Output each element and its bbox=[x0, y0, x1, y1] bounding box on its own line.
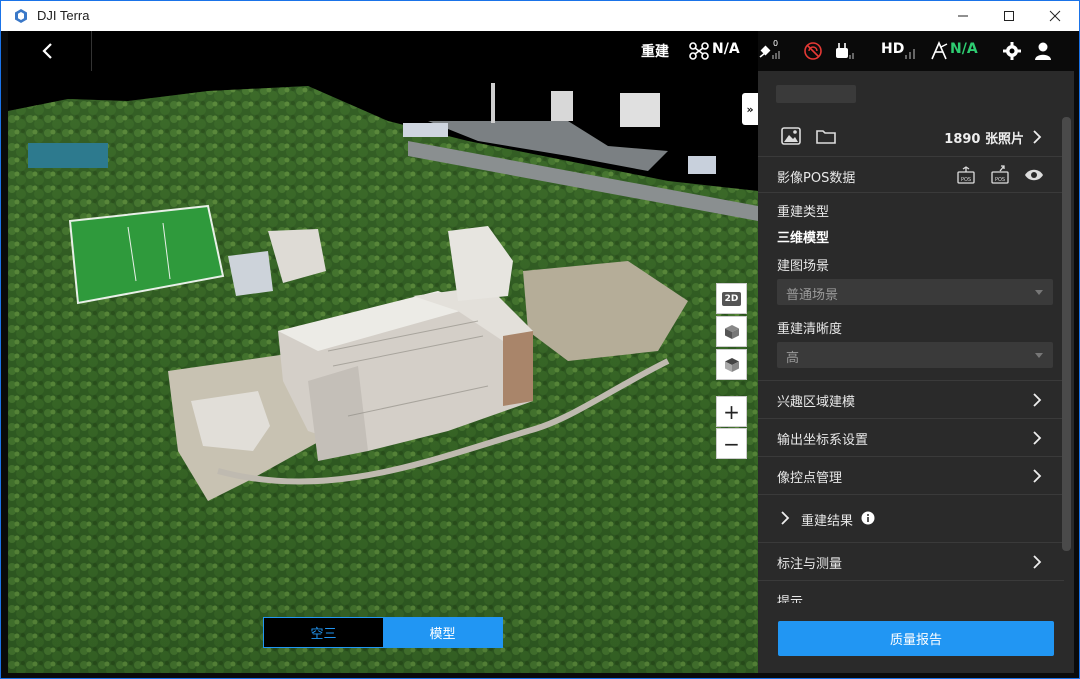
maximize-button[interactable] bbox=[986, 1, 1032, 31]
user-icon[interactable] bbox=[1032, 41, 1054, 61]
oblique-view-button[interactable] bbox=[716, 349, 747, 380]
tip-label: 提示 bbox=[777, 595, 804, 603]
eye-icon[interactable] bbox=[1024, 168, 1044, 182]
aerial-triangulation-tab[interactable]: 空三 bbox=[264, 618, 383, 647]
rtk-icon bbox=[931, 41, 948, 60]
reconstruction-settings: 重建类型 三维模型 建图场景 普通场景 重建清晰度 高 bbox=[758, 193, 1064, 381]
reconstruction-type-label: 重建类型 bbox=[777, 205, 830, 220]
pos-data-row: 影像POS数据 POS POS bbox=[758, 157, 1064, 193]
2d-icon: 2D bbox=[721, 291, 742, 306]
chevron-right-icon bbox=[1033, 555, 1042, 569]
top-toolbar: 重建 N/A 0 HD N/A bbox=[8, 31, 1079, 71]
clarity-label: 重建清晰度 bbox=[777, 322, 843, 337]
coordinate-system-row[interactable]: 输出坐标系设置 bbox=[758, 419, 1064, 457]
drone-icon bbox=[689, 42, 709, 60]
gcp-management-row[interactable]: 像控点管理 bbox=[758, 457, 1064, 495]
chevron-right-icon bbox=[1033, 431, 1042, 445]
minimize-button[interactable] bbox=[940, 1, 986, 31]
close-button[interactable] bbox=[1032, 1, 1078, 31]
gcp-management-label: 像控点管理 bbox=[777, 471, 843, 486]
roi-modeling-row[interactable]: 兴趣区域建模 bbox=[758, 381, 1064, 419]
chevron-right-icon bbox=[1033, 469, 1042, 483]
scene-select[interactable]: 普通场景 bbox=[777, 279, 1053, 305]
scene-label: 建图场景 bbox=[777, 259, 830, 274]
maximize-icon bbox=[1004, 11, 1014, 21]
signal-off-icon bbox=[804, 42, 822, 60]
svg-text:POS: POS bbox=[961, 177, 971, 183]
zoom-out-button[interactable]: − bbox=[716, 428, 747, 459]
model-viewport[interactable]: » 2D + − bbox=[8, 31, 758, 673]
coordinate-system-label: 输出坐标系设置 bbox=[777, 433, 869, 448]
collapse-panel-button[interactable]: » bbox=[742, 93, 758, 125]
reconstruction-type-value[interactable]: 三维模型 bbox=[777, 227, 829, 246]
app-title: DJI Terra bbox=[37, 8, 90, 23]
cube-top-icon bbox=[724, 357, 739, 372]
tip-row: 提示 bbox=[758, 581, 1064, 603]
chevron-right-icon bbox=[781, 511, 790, 525]
2d-view-button[interactable]: 2D bbox=[716, 283, 747, 314]
view-mode-toggle: 空三 模型 bbox=[263, 617, 503, 648]
controller-icon bbox=[836, 43, 854, 59]
3d-view-button[interactable] bbox=[716, 316, 747, 347]
chevron-right-icon bbox=[1033, 130, 1042, 144]
cube-icon bbox=[724, 324, 739, 339]
annotation-measure-label: 标注与测量 bbox=[777, 557, 843, 572]
drone-status: N/A bbox=[712, 41, 740, 57]
svg-text:POS: POS bbox=[995, 177, 1005, 183]
gear-icon[interactable] bbox=[1001, 41, 1023, 61]
gps-count: 0 bbox=[773, 39, 779, 48]
divider bbox=[91, 31, 92, 71]
roi-modeling-label: 兴趣区域建模 bbox=[777, 395, 856, 410]
scene-select-value: 普通场景 bbox=[786, 288, 839, 303]
annotation-measure-row[interactable]: 标注与测量 bbox=[758, 543, 1064, 581]
quality-report-button[interactable]: 质量报告 bbox=[778, 621, 1054, 656]
caret-down-icon bbox=[1035, 290, 1043, 295]
clarity-select[interactable]: 高 bbox=[777, 342, 1053, 368]
image-icon[interactable] bbox=[781, 127, 801, 145]
minus-icon: − bbox=[723, 431, 740, 456]
pos-data-label: 影像POS数据 bbox=[777, 171, 856, 186]
reconstruction-result-label: 重建结果 bbox=[801, 514, 854, 529]
chevron-right-icon bbox=[1033, 393, 1042, 407]
3d-model-scene[interactable] bbox=[8, 31, 758, 673]
reconstruction-result-row[interactable]: 重建结果 bbox=[758, 495, 1064, 543]
mode-label: 重建 bbox=[641, 44, 669, 60]
title-bar: DJI Terra bbox=[1, 1, 1079, 31]
project-name-blurred bbox=[776, 85, 856, 103]
photos-count: 1890 张照片 bbox=[944, 132, 1024, 147]
back-icon[interactable] bbox=[38, 41, 58, 61]
app-window: DJI Terra » 2D + − 空三 模型 重建 N/A 0 HD N/A… bbox=[0, 0, 1080, 679]
panel-scrollbar[interactable] bbox=[1062, 117, 1071, 551]
model-tab[interactable]: 模型 bbox=[383, 618, 502, 647]
hd-label: HD bbox=[881, 41, 905, 57]
plus-icon: + bbox=[723, 399, 740, 424]
close-icon bbox=[1049, 10, 1061, 22]
photos-row[interactable]: 1890 张照片 bbox=[758, 117, 1064, 157]
info-icon[interactable] bbox=[861, 511, 875, 525]
rtk-status: N/A bbox=[950, 41, 978, 57]
pos-import-icon[interactable]: POS bbox=[956, 166, 976, 184]
pos-export-icon[interactable]: POS bbox=[990, 165, 1010, 184]
reconstruction-panel: 1890 张照片 影像POS数据 POS POS 重建类型 三维模型 建图场景 … bbox=[758, 71, 1074, 673]
minimize-icon bbox=[958, 15, 968, 17]
zoom-in-button[interactable]: + bbox=[716, 396, 747, 427]
hd-signal-icon bbox=[905, 49, 915, 59]
folder-icon[interactable] bbox=[816, 128, 836, 144]
dji-terra-logo-icon bbox=[15, 9, 27, 23]
clarity-select-value: 高 bbox=[786, 351, 800, 366]
caret-down-icon bbox=[1035, 353, 1043, 358]
